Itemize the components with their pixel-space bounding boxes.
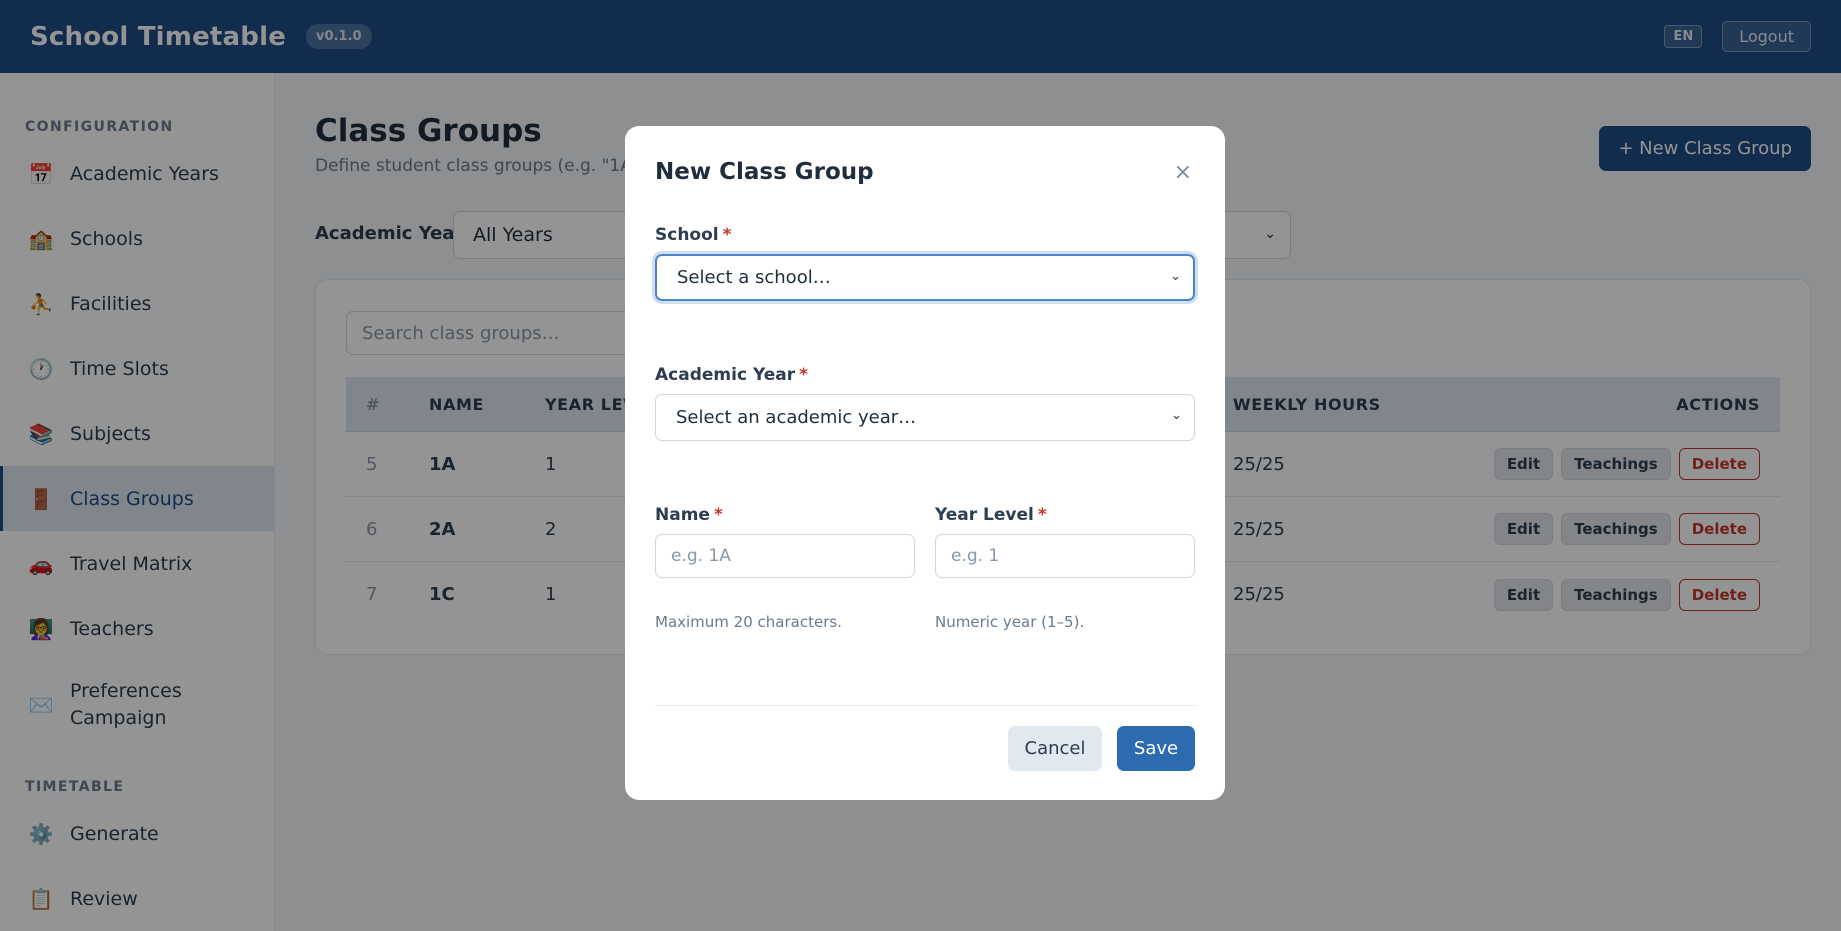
school-label-text: School — [655, 225, 719, 245]
school-select-value: Select a school… — [677, 267, 831, 288]
required-marker: * — [1037, 505, 1047, 525]
chevron-down-icon: ⌄ — [1171, 408, 1182, 423]
required-marker: * — [713, 505, 723, 525]
academic-year-select-value: Select an academic year… — [676, 407, 917, 428]
save-button[interactable]: Save — [1117, 726, 1195, 771]
new-class-group-dialog: New Class Group × School * Select a schoo… — [625, 126, 1225, 800]
year-level-label-text: Year Level — [935, 505, 1034, 525]
required-marker: * — [722, 225, 732, 245]
name-field-label: Name * — [655, 505, 723, 525]
year-level-hint: Numeric year (1–5). — [935, 613, 1085, 631]
dialog-divider — [655, 705, 1195, 706]
name-hint: Maximum 20 characters. — [655, 613, 842, 631]
close-icon[interactable]: × — [1174, 160, 1192, 185]
academic-year-label-text: Academic Year — [655, 365, 796, 385]
required-marker: * — [799, 365, 808, 385]
school-select[interactable]: Select a school… ⌄ — [655, 254, 1195, 301]
chevron-down-icon: ⌄ — [1170, 269, 1181, 284]
cancel-button[interactable]: Cancel — [1008, 726, 1102, 771]
school-field-label: School * — [655, 225, 732, 245]
year-level-field-label: Year Level * — [935, 505, 1047, 525]
academic-year-field-label: Academic Year * — [655, 365, 808, 385]
academic-year-select[interactable]: Select an academic year… ⌄ — [655, 394, 1195, 441]
dialog-title: New Class Group — [655, 159, 874, 185]
name-label-text: Name — [655, 505, 710, 525]
name-input[interactable]: e.g. 1A — [655, 534, 915, 578]
year-level-input[interactable]: e.g. 1 — [935, 534, 1195, 578]
